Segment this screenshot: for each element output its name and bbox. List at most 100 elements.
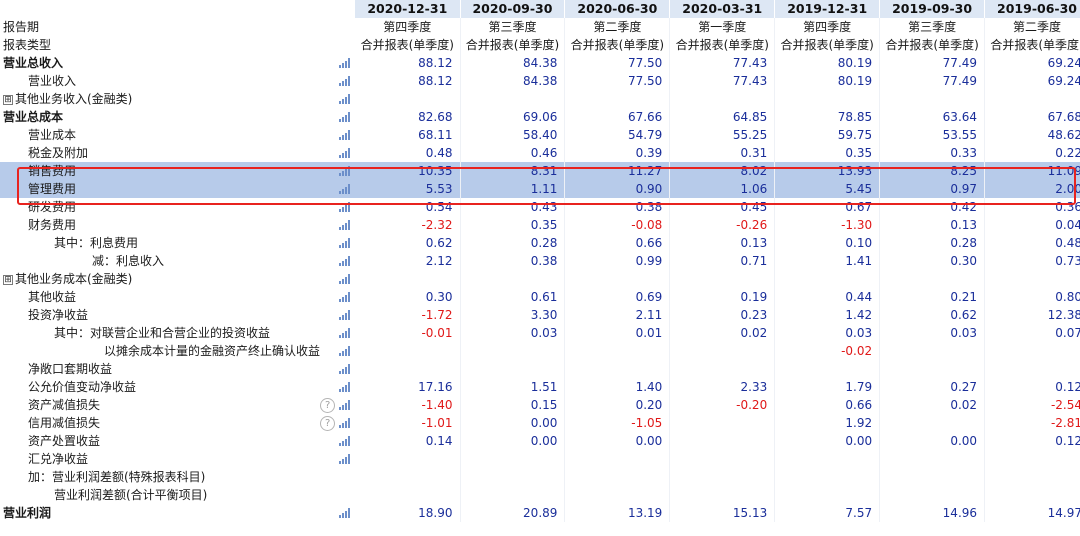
value-cell [669, 468, 776, 486]
value-cell: -1.05 [564, 414, 671, 432]
value-cell [879, 468, 986, 486]
bar-chart-icon[interactable] [339, 184, 351, 194]
value-cell: -1.30 [774, 216, 881, 234]
table-row[interactable]: 营业成本 68.11 58.40 54.79 55.25 59.75 53.55 48.62 [0, 126, 1080, 144]
bar-chart-icon[interactable] [339, 76, 351, 86]
value-cell: 1.06 [669, 180, 776, 198]
bar-chart-icon[interactable] [339, 202, 351, 212]
report-type-cell: 合并报表(单季度) [879, 36, 986, 54]
date-header[interactable]: 2020-09-30 [460, 0, 566, 18]
row-label: 净敞口套期收益 [0, 360, 355, 378]
help-icon[interactable]: ? [320, 416, 336, 431]
table-row[interactable]: 研发费用 0.54 0.43 0.38 0.45 0.67 0.42 0.36 [0, 198, 1080, 216]
bar-chart-icon[interactable] [339, 382, 351, 392]
bar-chart-icon[interactable] [339, 436, 351, 446]
table-row[interactable]: 信用减值损失? -1.01 0.00 -1.05 1.92 -2.81 [0, 414, 1080, 432]
date-header[interactable]: 2019-12-31 [774, 0, 881, 18]
bar-chart-icon[interactable] [339, 328, 351, 338]
table-row[interactable]: 汇兑净收益 [0, 450, 1080, 468]
bar-chart-icon[interactable] [339, 310, 351, 320]
value-cell: 0.45 [669, 198, 776, 216]
bar-chart-icon[interactable] [339, 292, 351, 302]
value-cell [669, 432, 776, 450]
row-label-text: 其中：对联营企业和合营企业的投资收益 [54, 326, 271, 340]
row-label: ⊞ 其他业务收入(金融类) [0, 90, 355, 108]
row-label-text: 管理费用 [28, 182, 77, 196]
table-row[interactable]: ⊞ 其他业务成本(金融类) [0, 270, 1080, 288]
bar-chart-icon[interactable] [339, 256, 351, 266]
value-cell: -2.54 [984, 396, 1080, 414]
bar-chart-icon[interactable] [339, 166, 351, 176]
value-cell: -2.32 [355, 216, 461, 234]
value-cell [355, 450, 461, 468]
bar-chart-icon[interactable] [339, 454, 351, 464]
table-row[interactable]: 其中：利息费用 0.62 0.28 0.66 0.13 0.10 0.28 0.48 [0, 234, 1080, 252]
value-cell: -1.01 [355, 414, 461, 432]
value-cell: 0.97 [879, 180, 986, 198]
value-cell: 1.51 [460, 378, 566, 396]
table-row[interactable]: 营业收入 88.12 84.38 77.50 77.43 80.19 77.49 69.24 [0, 72, 1080, 90]
bar-chart-icon[interactable] [339, 346, 351, 356]
table-row[interactable]: 资产减值损失? -1.40 0.15 0.20 -0.20 0.66 0.02 -2.54 [0, 396, 1080, 414]
date-header[interactable]: 2020-12-31 [355, 0, 461, 18]
table-row[interactable]: 减：利息收入 2.12 0.38 0.99 0.71 1.41 0.30 0.73 [0, 252, 1080, 270]
date-header[interactable]: 2020-03-31 [669, 0, 776, 18]
bar-chart-icon[interactable] [339, 58, 351, 68]
bar-chart-icon[interactable] [339, 418, 351, 428]
value-cell [355, 90, 461, 108]
report-type-cell: 合并报表(单季度) [984, 36, 1080, 54]
date-header[interactable]: 2020-06-30 [564, 0, 671, 18]
value-cell: 0.43 [460, 198, 566, 216]
bar-chart-icon[interactable] [339, 148, 351, 158]
value-cell: 58.40 [460, 126, 566, 144]
bar-chart-icon[interactable] [339, 508, 351, 518]
value-cell: 0.73 [984, 252, 1080, 270]
value-cell [669, 270, 776, 288]
value-cell: 0.03 [879, 324, 986, 342]
date-header[interactable]: 2019-06-30 [984, 0, 1080, 18]
value-cell [564, 90, 671, 108]
table-row[interactable]: 其他收益 0.30 0.61 0.69 0.19 0.44 0.21 0.80 [0, 288, 1080, 306]
period-cell: 第二季度 [564, 18, 671, 36]
table-row[interactable]: 税金及附加 0.48 0.46 0.39 0.31 0.35 0.33 0.22 [0, 144, 1080, 162]
expand-icon[interactable]: ⊞ [3, 275, 13, 285]
bar-chart-icon[interactable] [339, 274, 351, 284]
value-cell [879, 414, 986, 432]
table-row[interactable]: 营业利润 18.90 20.89 13.19 15.13 7.57 14.96 14.97 [0, 504, 1080, 522]
table-row[interactable]: 管理费用 5.53 1.11 0.90 1.06 5.45 0.97 2.00 [0, 180, 1080, 198]
value-cell: -0.20 [669, 396, 776, 414]
bar-chart-icon[interactable] [339, 130, 351, 140]
table-row[interactable]: ⊞ 其他业务收入(金融类) [0, 90, 1080, 108]
value-cell: 0.67 [774, 198, 881, 216]
bar-chart-icon[interactable] [339, 112, 351, 122]
table-row[interactable]: 销售费用 10.35 8.31 11.27 8.02 13.93 8.25 11.09 [0, 162, 1080, 180]
period-label: 报告期 [3, 20, 40, 34]
table-row[interactable]: 财务费用 -2.32 0.35 -0.08 -0.26 -1.30 0.13 0.04 [0, 216, 1080, 234]
table-row[interactable]: 以摊余成本计量的金融资产终止确认收益 -0.02 [0, 342, 1080, 360]
value-cell [879, 450, 986, 468]
bar-chart-icon[interactable] [339, 364, 351, 374]
table-row[interactable]: 加：营业利润差额(特殊报表科目) [0, 468, 1080, 486]
value-cell: 8.25 [879, 162, 986, 180]
bar-chart-icon[interactable] [339, 220, 351, 230]
row-label-text: 税金及附加 [28, 146, 89, 160]
value-cell: 0.69 [564, 288, 671, 306]
table-row[interactable]: 投资净收益 -1.72 3.30 2.11 0.23 1.42 0.62 12.38 [0, 306, 1080, 324]
table-row[interactable]: 资产处置收益 0.14 0.00 0.00 0.00 0.00 0.12 [0, 432, 1080, 450]
table-row[interactable]: 净敞口套期收益 [0, 360, 1080, 378]
value-cell [460, 90, 566, 108]
expand-icon[interactable]: ⊞ [3, 95, 13, 105]
table-row[interactable]: 其中：对联营企业和合营企业的投资收益 -0.01 0.03 0.01 0.02 0.03 0… [0, 324, 1080, 342]
value-cell: 80.19 [774, 54, 881, 72]
help-icon[interactable]: ? [320, 398, 336, 413]
table-row[interactable]: 营业利润差额(合计平衡项目) [0, 486, 1080, 504]
table-row[interactable]: 公允价值变动净收益 17.16 1.51 1.40 2.33 1.79 0.27 0.12 [0, 378, 1080, 396]
bar-chart-icon[interactable] [339, 238, 351, 248]
bar-chart-icon[interactable] [339, 400, 351, 410]
value-cell [460, 468, 566, 486]
value-cell [669, 360, 776, 378]
table-row[interactable]: 营业总成本 82.68 69.06 67.66 64.85 78.85 63.64 67.68 [0, 108, 1080, 126]
table-row[interactable]: 营业总收入 88.12 84.38 77.50 77.43 80.19 77.49 69.24 [0, 54, 1080, 72]
date-header[interactable]: 2019-09-30 [879, 0, 986, 18]
bar-chart-icon[interactable] [339, 94, 351, 104]
